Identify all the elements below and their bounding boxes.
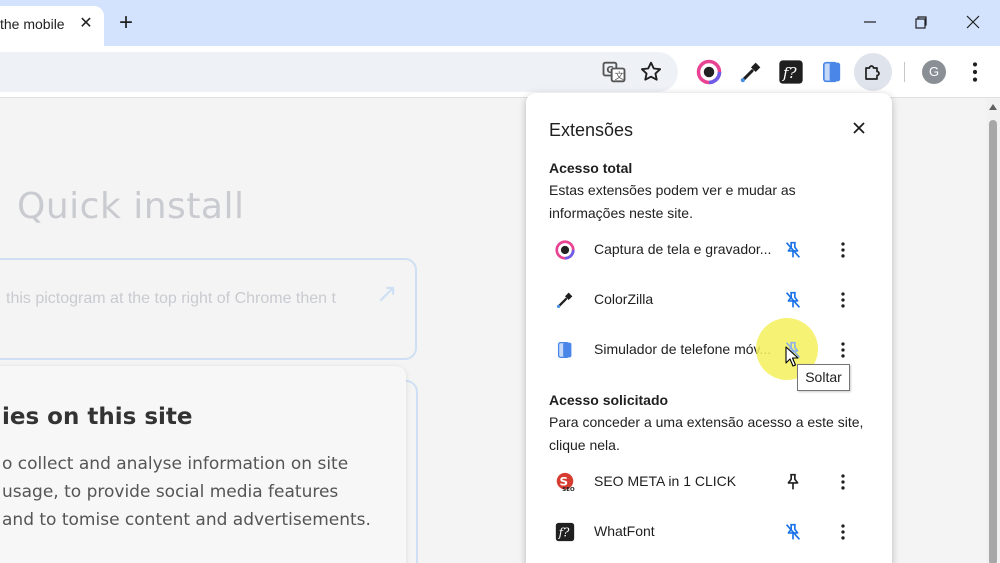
cookie-body: o collect and analyse information on sit… [2, 454, 371, 530]
browser-tab[interactable]: the mobile ✕ [0, 6, 104, 46]
page-scrollbar[interactable] [986, 98, 1000, 563]
browser-toolbar: G 文 f? G [0, 46, 1000, 98]
whatfont-icon: f? [555, 522, 575, 542]
popup-close-icon[interactable] [849, 118, 869, 138]
svg-text:f?: f? [782, 64, 798, 82]
seo-meta-icon: S SEO [556, 472, 575, 493]
extension-row-colorzilla[interactable]: ColorZilla [526, 277, 892, 323]
quick-install-box: this pictogram at the top right of Chrom… [0, 258, 417, 360]
phone-simulator-icon [557, 342, 572, 358]
requested-access-heading: Acesso solicitado [549, 392, 669, 408]
screen-capture-icon [555, 240, 575, 260]
pin-icon[interactable] [782, 471, 804, 493]
address-bar[interactable]: G 文 [0, 52, 678, 92]
toolbar-divider [904, 62, 905, 82]
extension-name: SEO META in 1 CLICK [594, 473, 737, 489]
extension-row-screen-capture[interactable]: Captura de tela e gravador... [526, 227, 892, 273]
minimize-icon[interactable] [858, 10, 882, 34]
bookmark-star-icon[interactable] [637, 58, 665, 86]
unpin-icon[interactable] [782, 239, 804, 261]
menu-kebab-icon[interactable] [961, 58, 989, 86]
quick-install-text: this pictogram at the top right of Chrom… [6, 290, 336, 307]
more-options-icon[interactable] [832, 521, 854, 543]
extension-name: Captura de tela e gravador... [594, 241, 772, 257]
svg-text:SEO: SEO [562, 487, 575, 493]
new-tab-button[interactable]: + [114, 11, 138, 36]
tab-strip: the mobile ✕ + [0, 0, 1000, 46]
phone-simulator-icon[interactable] [818, 58, 846, 86]
whatfont-icon[interactable]: f? [777, 58, 805, 86]
tab-close-icon[interactable]: ✕ [76, 14, 96, 34]
extension-name: Simulador de telefone móv... [594, 341, 772, 357]
translate-icon[interactable]: G 文 [600, 58, 628, 86]
more-options-icon[interactable] [832, 289, 854, 311]
extensions-popup: Extensões Acesso total Estas extensões p… [526, 93, 892, 563]
full-access-heading: Acesso total [549, 160, 633, 176]
svg-text:文: 文 [615, 70, 624, 82]
more-options-icon[interactable] [832, 339, 854, 361]
more-options-icon[interactable] [832, 239, 854, 261]
arrow-up-right-icon: ↗ [376, 278, 398, 308]
eyedropper-icon [556, 292, 573, 309]
unpin-tooltip: Soltar [797, 364, 850, 391]
profile-avatar[interactable]: G [922, 60, 946, 84]
more-options-icon[interactable] [832, 471, 854, 493]
popup-title: Extensões [549, 120, 634, 140]
extension-name: ColorZilla [594, 291, 654, 307]
cookie-title: ies on this site [2, 404, 193, 430]
extension-name: WhatFont [594, 523, 655, 539]
extension-row-whatfont[interactable]: f? WhatFont [526, 509, 892, 555]
extensions-button[interactable] [854, 53, 892, 91]
scroll-up-arrow-icon[interactable] [989, 104, 997, 110]
tab-title: the mobile [0, 16, 65, 32]
extension-row-seo-meta[interactable]: S SEO SEO META in 1 CLICK [526, 459, 892, 505]
full-access-description: Estas extensões podem ver e mudar as inf… [549, 182, 796, 221]
cookie-banner: ies on this site o collect and analyse i… [0, 366, 406, 563]
puzzle-icon [865, 65, 880, 80]
screen-capture-icon[interactable] [695, 58, 723, 86]
unpin-icon[interactable] [782, 289, 804, 311]
unpin-icon[interactable] [782, 521, 804, 543]
restore-icon[interactable] [909, 10, 933, 34]
quick-install-title: Quick install [17, 186, 245, 227]
scroll-thumb[interactable] [989, 120, 997, 563]
requested-access-description: Para conceder a uma extensão acesso a es… [549, 414, 864, 453]
svg-text:f?: f? [558, 526, 570, 540]
window-close-icon[interactable] [961, 10, 985, 34]
eyedropper-icon[interactable] [737, 58, 765, 86]
